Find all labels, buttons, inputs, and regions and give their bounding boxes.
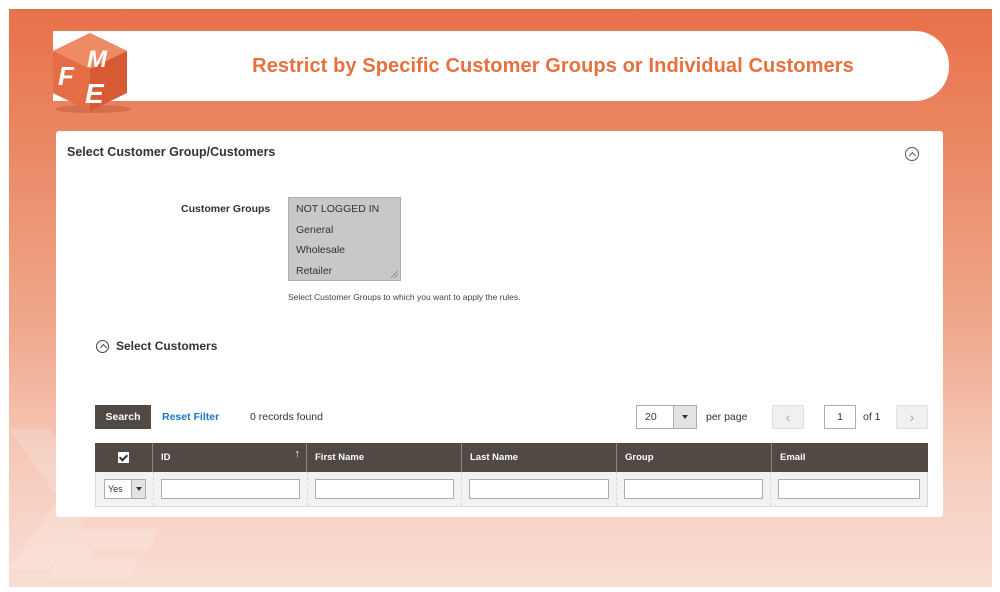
chevron-down-icon[interactable] [673,406,696,428]
search-button[interactable]: Search [95,405,151,429]
id-filter-input[interactable] [161,479,300,499]
column-header-last-name[interactable]: Last Name [462,443,617,472]
group-filter-input[interactable] [623,479,764,499]
previous-page-button[interactable]: ‹ [772,405,804,429]
first-name-filter-input[interactable] [314,479,455,499]
column-header-group[interactable]: Group [617,443,772,472]
column-label: Group [625,452,654,463]
logo-letter-m: M [87,46,108,73]
column-label: Email [780,452,806,463]
column-header-id[interactable]: ID ↑ [153,443,307,472]
customer-group-option[interactable]: NOT LOGGED IN [289,201,400,222]
chevron-down-icon[interactable] [131,480,145,498]
email-filter-input[interactable] [778,479,920,499]
per-page-select[interactable]: 20 [636,405,697,429]
next-page-button[interactable]: › [896,405,928,429]
customer-group-option[interactable]: Wholesale [289,242,400,263]
grid-filter-row: Yes [95,472,928,507]
last-name-filter-input[interactable] [469,479,609,499]
filter-cell-id [154,472,308,506]
select-all-checkbox[interactable] [118,452,129,463]
page-number-input[interactable]: 1 [824,405,856,429]
logo-letter-f: F [58,61,75,91]
resize-handle-icon[interactable] [391,271,398,278]
logo-letter-e: E [85,78,105,109]
filter-cell-group [617,472,772,506]
chevron-up-circle-icon[interactable] [905,147,919,161]
grid-toolbar: Search Reset Filter 0 records found 20 p… [95,405,928,429]
column-header-first-name[interactable]: First Name [307,443,462,472]
customer-groups-multiselect[interactable]: NOT LOGGED IN General Wholesale Retailer [288,197,401,281]
chevron-left-icon: ‹ [785,409,791,425]
grid-header-row: ID ↑ First Name Last Name Group Email [95,443,928,472]
per-page-value: 20 [645,411,657,423]
page-background: Restrict by Specific Customer Groups or … [9,9,992,587]
in-selection-filter-select[interactable]: Yes [104,479,146,499]
records-count: 0 records found [250,411,323,423]
banner-title: Restrict by Specific Customer Groups or … [252,54,854,77]
filter-cell-last-name [462,472,617,506]
filter-cell-email [771,472,927,506]
sort-ascending-icon[interactable]: ↑ [295,448,301,460]
filter-cell-select: Yes [96,472,154,506]
customer-group-option[interactable]: General [289,222,400,243]
per-page-label: per page [706,411,748,423]
customer-group-option[interactable]: Retailer [289,263,400,284]
customer-restriction-panel: Select Customer Group/Customers Customer… [56,131,943,517]
reset-filter-link[interactable]: Reset Filter [162,411,219,423]
select-customers-label: Select Customers [116,339,218,353]
customer-groups-note: Select Customer Groups to which you want… [288,292,521,302]
select-customers-toggle[interactable]: Select Customers [96,339,217,353]
column-header-email[interactable]: Email [772,443,928,472]
filter-cell-first-name [308,472,463,506]
page-total: of 1 [863,411,881,423]
column-header-select[interactable] [95,443,153,472]
customers-grid: ID ↑ First Name Last Name Group Email Ye… [95,443,928,507]
column-label: ID [161,452,171,463]
chevron-right-icon: › [909,409,915,425]
column-label: Last Name [470,452,519,463]
column-label: First Name [315,452,365,463]
fme-logo-icon: F M E [53,33,131,113]
chevron-up-circle-icon [96,339,109,353]
customer-groups-label: Customer Groups [181,203,271,215]
section-title: Select Customer Group/Customers [67,145,276,159]
title-banner: Restrict by Specific Customer Groups or … [53,31,949,101]
in-selection-filter-value: Yes [108,484,123,494]
